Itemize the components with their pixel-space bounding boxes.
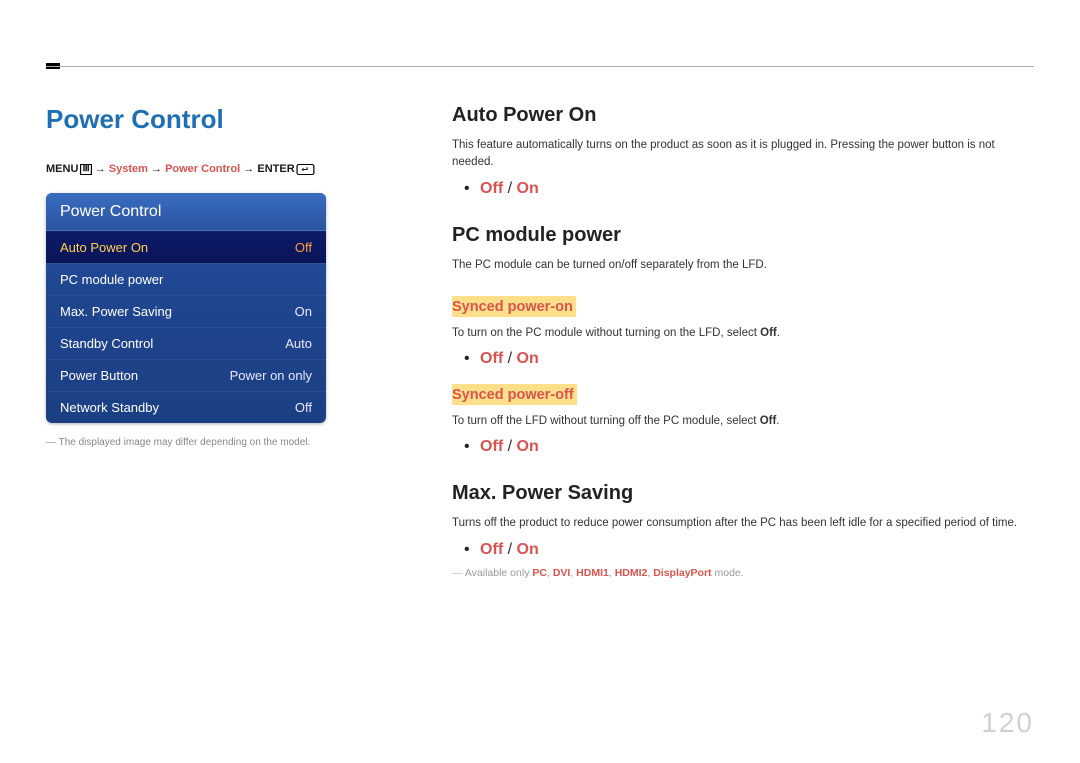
osd-menu: Power Control Auto Power On Off PC modul… [46, 193, 326, 423]
osd-label: Standby Control [60, 336, 153, 351]
osd-row-pc-module-power[interactable]: PC module power [46, 263, 326, 295]
desc-synced-power-off: To turn off the LFD without turning off … [452, 413, 1032, 430]
osd-row-max-power-saving[interactable]: Max. Power Saving On [46, 295, 326, 327]
osd-label: Auto Power On [60, 240, 148, 255]
breadcrumb-enter: ENTER [257, 163, 294, 175]
menu-icon: Ⅲ [80, 164, 92, 175]
header-rule [46, 66, 1034, 67]
osd-value: Off [295, 240, 312, 255]
heading-pc-module-power: PC module power [452, 224, 1032, 247]
osd-value: Auto [285, 336, 312, 351]
osd-value: On [295, 304, 312, 319]
osd-label: PC module power [60, 272, 163, 287]
osd-label: Network Standby [60, 400, 159, 415]
osd-value: Off [295, 400, 312, 415]
desc-max-power-saving: Turns off the product to reduce power co… [452, 515, 1032, 532]
heading-max-power-saving: Max. Power Saving [452, 482, 1032, 505]
osd-footnote: The displayed image may differ depending… [46, 437, 406, 448]
osd-label: Max. Power Saving [60, 304, 172, 319]
osd-row-network-standby[interactable]: Network Standby Off [46, 391, 326, 423]
right-column: Auto Power On This feature automatically… [452, 104, 1032, 579]
option-off-on: Off / On [476, 350, 1032, 368]
availability-note: Available only PC, DVI, HDMI1, HDMI2, Di… [452, 567, 1032, 579]
desc-pc-module-power: The PC module can be turned on/off separ… [452, 257, 1032, 274]
heading-synced-power-on: Synced power-on [452, 296, 576, 317]
desc-synced-power-on: To turn on the PC module without turning… [452, 325, 1032, 342]
page-title: Power Control [46, 104, 406, 135]
option-off-on: Off / On [476, 541, 1032, 559]
breadcrumb-power-control: Power Control [165, 163, 240, 175]
page-number: 120 [981, 707, 1034, 739]
option-off-on: Off / On [476, 438, 1032, 456]
osd-value: Power on only [230, 368, 312, 383]
heading-auto-power-on: Auto Power On [452, 104, 1032, 127]
osd-label: Power Button [60, 368, 138, 383]
heading-synced-power-off: Synced power-off [452, 384, 577, 405]
desc-auto-power-on: This feature automatically turns on the … [452, 137, 1032, 172]
osd-row-standby-control[interactable]: Standby Control Auto [46, 327, 326, 359]
left-column: Power Control MENU Ⅲ → System → Power Co… [46, 104, 406, 448]
osd-row-auto-power-on[interactable]: Auto Power On Off [46, 231, 326, 263]
breadcrumb-menu: MENU [46, 163, 78, 175]
breadcrumb-arrow: → [243, 163, 254, 175]
osd-header: Power Control [46, 193, 326, 231]
breadcrumb-arrow: → [151, 163, 162, 175]
enter-icon: ↵ [296, 164, 315, 175]
osd-row-power-button[interactable]: Power Button Power on only [46, 359, 326, 391]
breadcrumb-arrow: → [95, 163, 106, 175]
breadcrumb-system: System [109, 163, 148, 175]
option-off-on: Off / On [476, 180, 1032, 198]
breadcrumb: MENU Ⅲ → System → Power Control → ENTER … [46, 163, 406, 175]
